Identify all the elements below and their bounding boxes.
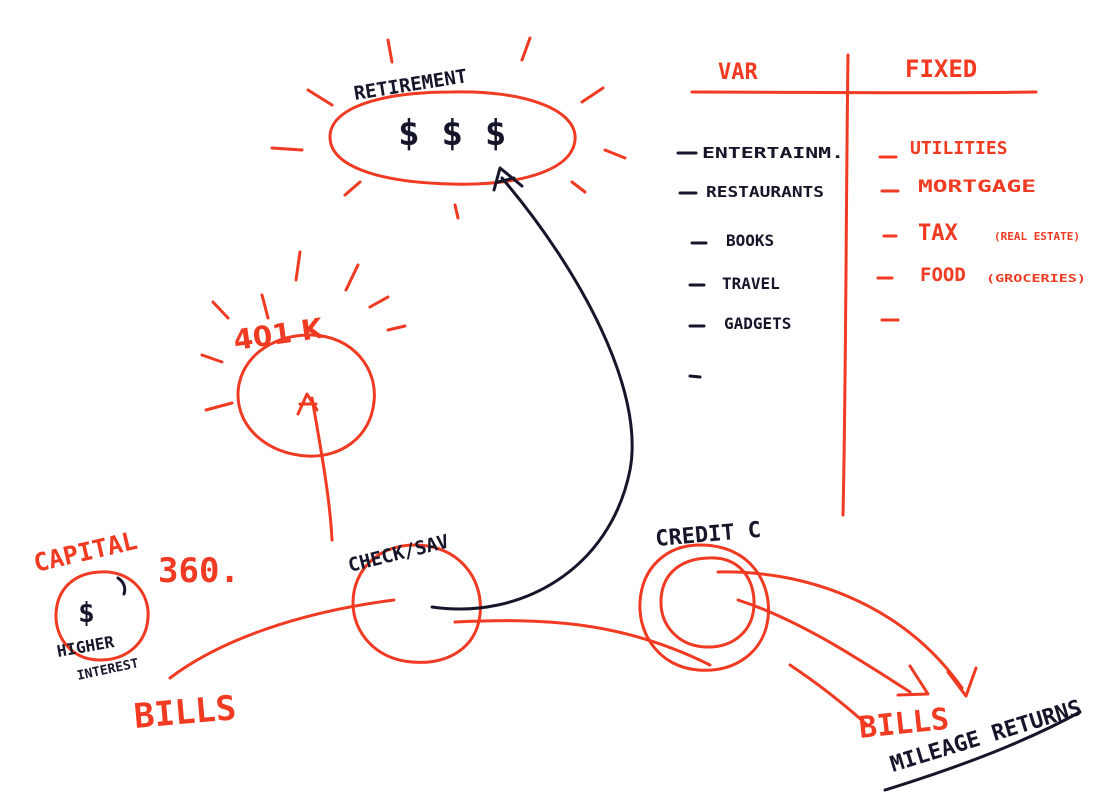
var-item-3: TRAVEL [722,274,780,293]
capital-label: CAPITAL [31,526,140,578]
fixed-item-1: MORTGAGE [918,177,1036,197]
table-divider [841,53,850,517]
bills-right-link [788,663,868,726]
credit-to-mileage-head [946,666,978,698]
var-item-2: BOOKS [726,231,774,250]
var-header: VAR [718,60,758,85]
credit-card-label: CREDIT C [654,518,762,552]
check-sav-node: CHECK/SAV [346,531,482,664]
arrow-check-to-retirement [430,176,634,611]
capital-amount: 360. [158,551,240,591]
whiteboard-sketch: RETIREMENT $ $ $ 401 K CHECK/SAV CREDIT … [31,36,1086,792]
capital-node: CAPITAL 360. $ HIGHER INTEREST [31,526,240,684]
arrow-check-to-401k [310,396,334,542]
retirement-dollars: $ $ $ [398,113,506,154]
flow-arrows [168,166,978,726]
fixed-item-0: UTILITIES [910,138,1008,159]
fixed-header: FIXED [905,55,977,83]
credit-card-node: CREDIT C [638,518,770,672]
fixed-item-2-note: (REAL ESTATE) [994,230,1080,243]
retirement-node: RETIREMENT $ $ $ [270,36,627,220]
var-item-1: RESTAURANTS [706,183,824,201]
check-sav-label: CHECK/SAV [346,531,451,577]
credit-to-bills-head [896,664,930,697]
capital-tick-mark [116,576,127,596]
var-item-0: ENTERTAINM. [702,144,844,162]
fixed-item-2: TAX [918,221,958,246]
retirement-label: RETIREMENT [352,65,468,105]
table-header-rule [690,90,1038,95]
k401-node: 401 K [200,250,407,458]
var-dash-5 [688,374,702,379]
credit-card-outer-circle [638,543,770,672]
capital-dollar: $ [78,596,95,629]
k401-label: 401 K [231,312,326,357]
var-item-4: GADGETS [724,314,791,333]
bills-left-label: BILLS [132,688,237,737]
fixed-item-3: FOOD [920,264,966,286]
check-to-credit-flow [453,619,712,667]
expense-table: VAR FIXED ENTERTAINM. RESTAURANTS BOOKS … [676,53,1086,517]
fixed-item-3-note: (GROCERIES) [986,272,1086,285]
credit-to-mileage-arrow [716,570,964,690]
bills-flow-into-check [168,598,396,680]
